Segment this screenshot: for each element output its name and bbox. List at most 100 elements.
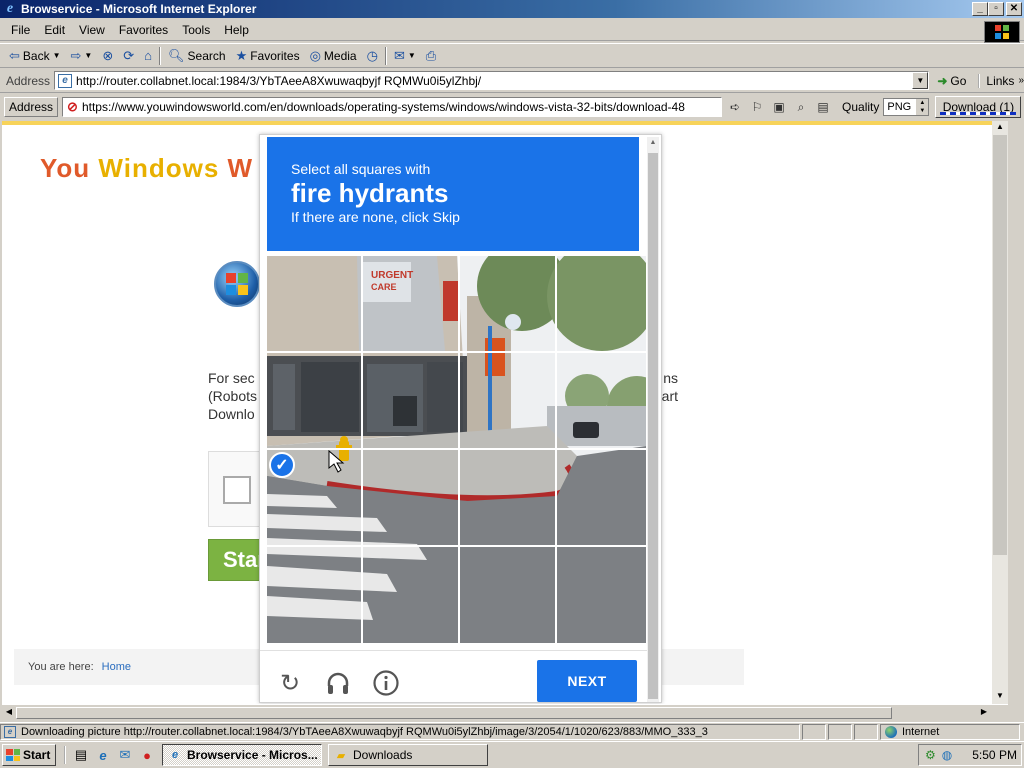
captcha-tile-r1c3[interactable] <box>557 353 646 450</box>
back-button[interactable]: ⇦ Back ▼ <box>4 45 66 67</box>
bookmark-icon[interactable]: ⚐ <box>748 98 766 116</box>
search-button[interactable]: 🔍︎ Search <box>163 45 231 67</box>
menu-edit[interactable]: Edit <box>37 23 72 37</box>
taskbar: Start ▤ e ✉ ● e Browservice - Micros... … <box>0 741 1024 768</box>
maximize-button[interactable]: ▫ <box>988 2 1004 16</box>
scroll-right-icon[interactable]: ▶ <box>978 707 990 719</box>
media-icon: ◎ <box>309 47 321 63</box>
captcha-scrollbar[interactable]: ▲ <box>647 137 659 702</box>
status-panel <box>828 723 852 740</box>
download-button[interactable]: Download (1) <box>935 96 1022 118</box>
captcha-tile-r0c1[interactable] <box>363 256 460 353</box>
mail-button[interactable]: ✉ ▼ <box>389 45 421 67</box>
window-title: Browservice - Microsoft Internet Explore… <box>21 2 257 16</box>
links-button[interactable]: Links <box>978 73 1014 88</box>
captcha-scroll-thumb[interactable] <box>648 153 658 699</box>
captcha-tile-r3c2[interactable] <box>460 547 557 643</box>
spinner-icon[interactable]: ▲ ▼ <box>916 99 929 115</box>
network-icon[interactable]: ⚙ <box>925 748 936 762</box>
forward-button[interactable]: ⇨ ▼ <box>66 45 98 67</box>
clock[interactable]: 5:50 PM <box>972 748 1017 762</box>
favorites-label: Favorites <box>250 48 300 63</box>
scroll-down-icon[interactable]: ▼ <box>993 691 1007 703</box>
go-button[interactable]: ➜ Go <box>937 74 966 88</box>
chevron-down-icon[interactable]: ▼ <box>408 51 416 60</box>
captcha-image-grid: URGENT CARE ✓ <box>267 256 646 643</box>
stop-button[interactable]: ⊗ <box>97 45 118 67</box>
show-desktop-icon[interactable]: ▤ <box>72 746 90 764</box>
breadcrumb-home-link[interactable]: Home <box>102 661 131 673</box>
find-icon[interactable]: ⌕ <box>792 98 810 116</box>
ie-quicklaunch-icon[interactable]: e <box>94 746 112 764</box>
clipboard-icon[interactable]: ▤ <box>814 98 832 116</box>
horizontal-scroll-thumb[interactable] <box>16 707 892 719</box>
captcha-tile-r3c1[interactable] <box>363 547 460 643</box>
browservice-toolbar: Address ⊘ https://www.youwindowsworld.co… <box>0 94 1024 120</box>
menu-help[interactable]: Help <box>217 23 256 37</box>
captcha-popup: Select all squares with fire hydrants If… <box>259 134 662 703</box>
quality-select[interactable]: PNG ▲ ▼ <box>883 98 930 116</box>
scroll-up-icon[interactable]: ▲ <box>648 139 658 149</box>
captcha-tile-r3c3[interactable] <box>557 547 646 643</box>
chevron-right-icon[interactable]: » <box>1018 75 1024 86</box>
horizontal-scrollbar[interactable]: ◀ ▶ <box>2 704 1008 720</box>
captcha-tile-r1c0[interactable] <box>267 353 363 450</box>
scroll-left-icon[interactable]: ◀ <box>3 707 15 719</box>
text-line-2-end: art <box>661 388 678 404</box>
windows-flag-icon <box>984 21 1020 43</box>
page-scrollbar[interactable]: ▲ ▼ <box>992 121 1008 704</box>
captcha-tile-r0c2[interactable] <box>460 256 557 353</box>
captcha-tile-r1c2[interactable] <box>460 353 557 450</box>
next-button[interactable]: NEXT <box>537 660 637 702</box>
windows-flag-icon <box>6 749 20 761</box>
media-player-icon[interactable]: ● <box>138 746 156 764</box>
menu-file[interactable]: File <box>4 23 37 37</box>
audio-icon[interactable] <box>324 669 352 697</box>
favorites-button[interactable]: ★ Favorites <box>231 45 305 67</box>
menu-favorites[interactable]: Favorites <box>112 23 175 37</box>
task-label: Browservice - Micros... <box>187 748 318 762</box>
bookmark-page-icon[interactable]: ▣ <box>770 98 788 116</box>
search-icon: 🔍︎ <box>168 47 185 63</box>
menu-tools[interactable]: Tools <box>175 23 217 37</box>
captcha-tile-r2c2[interactable] <box>460 450 557 547</box>
captcha-tile-r0c0[interactable] <box>267 256 363 353</box>
captcha-tile-r2c1[interactable] <box>363 450 460 547</box>
address-dropdown-button[interactable]: ▼ <box>912 72 929 89</box>
captcha-tile-r2c3[interactable] <box>557 450 646 547</box>
globe-tray-icon[interactable]: ◍ <box>942 748 952 762</box>
captcha-tile-r3c0[interactable] <box>267 547 363 643</box>
refresh-icon: ⟳ <box>123 47 135 63</box>
internet-globe-icon <box>885 725 897 738</box>
robot-checkbox[interactable] <box>223 476 251 504</box>
taskbar-item-browservice[interactable]: e Browservice - Micros... <box>162 744 322 766</box>
scroll-thumb[interactable] <box>993 135 1007 555</box>
navigate-arrow-icon[interactable]: ➪ <box>726 98 744 116</box>
chevron-down-icon[interactable]: ▼ <box>84 51 92 60</box>
info-icon[interactable] <box>372 669 400 697</box>
captcha-tile-r0c3[interactable] <box>557 256 646 353</box>
reload-icon[interactable]: ↻ <box>276 669 304 697</box>
taskbar-item-downloads[interactable]: ▰ Downloads <box>328 744 488 766</box>
menu-view[interactable]: View <box>72 23 112 37</box>
address-field[interactable]: e ▼ <box>54 71 930 90</box>
chevron-down-icon[interactable]: ▼ <box>53 51 61 60</box>
home-button[interactable]: ⌂ <box>139 45 157 67</box>
captcha-tile-r1c1[interactable] <box>363 353 460 450</box>
status-panel <box>802 723 826 740</box>
folder-icon: ▰ <box>336 749 346 762</box>
start-button[interactable]: Start <box>2 744 56 766</box>
url-input[interactable] <box>76 73 929 88</box>
close-button[interactable]: ✕ <box>1006 2 1022 16</box>
media-button[interactable]: ◎ Media <box>305 45 362 67</box>
refresh-button[interactable]: ⟳ <box>118 45 139 67</box>
outlook-icon[interactable]: ✉ <box>116 746 134 764</box>
history-button[interactable]: ◷ <box>362 45 383 67</box>
media-label: Media <box>323 48 357 63</box>
site-logo[interactable]: You Windows W <box>40 153 253 184</box>
scroll-up-icon[interactable]: ▲ <box>993 122 1007 134</box>
quality-value: PNG <box>887 101 912 113</box>
minimize-button[interactable]: _ <box>972 2 988 16</box>
ext-address-field[interactable]: ⊘ https://www.youwindowsworld.com/en/dow… <box>62 97 723 117</box>
print-button[interactable]: ⎙ <box>421 45 441 67</box>
